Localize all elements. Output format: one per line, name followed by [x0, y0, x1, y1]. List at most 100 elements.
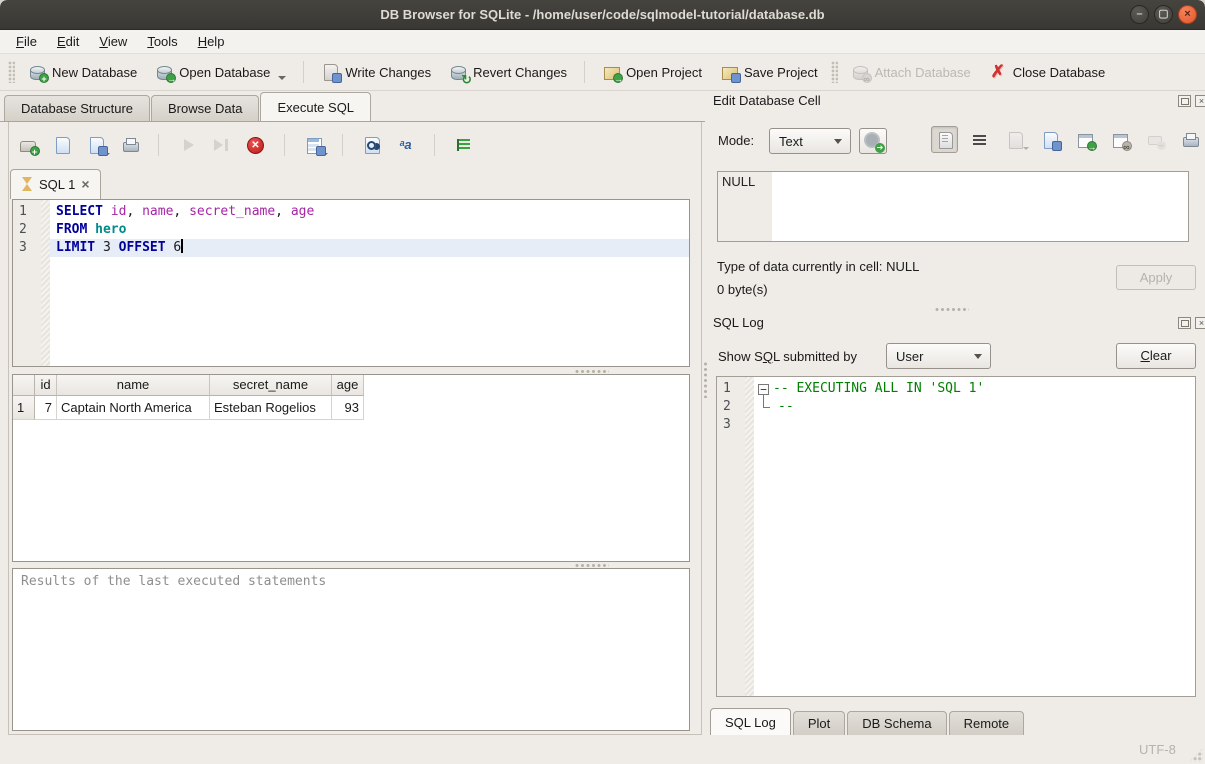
encoding-indicator[interactable]: UTF-8 — [1139, 742, 1176, 757]
sql-text — [111, 240, 119, 255]
clear-log-button[interactable]: Clear — [1116, 343, 1196, 369]
plus-badge-icon: + — [39, 73, 49, 83]
fold-collapse-icon[interactable]: − — [758, 384, 769, 395]
header-id[interactable]: id — [35, 375, 57, 396]
write-changes-button[interactable]: Write Changes — [312, 59, 440, 85]
dock-close-icon[interactable]: × — [1195, 317, 1205, 329]
sql-tabbar: SQL 1 × — [10, 169, 101, 199]
hourglass-icon — [21, 175, 33, 193]
resize-grip-icon[interactable] — [1189, 748, 1203, 762]
save-sql-file-button[interactable] — [82, 132, 109, 159]
dock-splitter[interactable] — [703, 362, 708, 398]
mode-combobox[interactable]: Text — [769, 128, 851, 154]
toolbar-separator — [284, 134, 285, 156]
open-database-button[interactable]: → Open Database — [146, 59, 295, 85]
sql-log-view[interactable]: 1 2 3 −-- EXECUTING ALL IN 'SQL 1' -- — [716, 376, 1196, 697]
table-row[interactable]: 1 7 Captain North America Esteban Rogeli… — [13, 396, 689, 420]
header-name[interactable]: name — [57, 375, 210, 396]
tab-db-schema[interactable]: DB Schema — [847, 711, 946, 735]
dock-sections-splitter[interactable] — [935, 307, 969, 312]
play-icon — [181, 136, 195, 154]
cell-secret-name[interactable]: Esteban Rogelios — [210, 396, 332, 420]
editor-code-area[interactable]: SELECT id, name, secret_name, age FROM h… — [50, 200, 689, 366]
menu-view[interactable]: View — [89, 31, 137, 52]
find-replace-button[interactable]: ᵃa — [392, 132, 419, 159]
cell-editor-text-area[interactable] — [772, 172, 1188, 241]
log-code-area[interactable]: −-- EXECUTING ALL IN 'SQL 1' -- — [754, 377, 1195, 696]
header-secret-name[interactable]: secret_name — [210, 375, 332, 396]
results-message-area[interactable]: Results of the last executed statements — [12, 568, 690, 731]
open-url-button[interactable]: ∞ — [1106, 126, 1133, 153]
save-file-icon — [87, 136, 105, 154]
maximize-button[interactable]: ▢ — [1154, 5, 1173, 24]
open-project-button[interactable]: → Open Project — [593, 59, 711, 85]
cell-id[interactable]: 7 — [35, 396, 57, 420]
open-database-dropdown-icon[interactable] — [278, 76, 286, 80]
menu-edit[interactable]: Edit — [47, 31, 89, 52]
table-icon — [305, 136, 323, 154]
text-mode-button[interactable] — [931, 126, 958, 153]
main-tabbar: Database Structure Browse Data Execute S… — [0, 93, 705, 122]
tab-execute-sql[interactable]: Execute SQL — [260, 92, 371, 121]
log-fold-margin — [745, 377, 754, 696]
header-age[interactable]: age — [332, 375, 364, 396]
tab-plot[interactable]: Plot — [793, 711, 845, 735]
stop-execution-button[interactable]: ✕ — [242, 132, 269, 159]
dock-float-icon[interactable] — [1178, 95, 1191, 107]
tab-sql-log[interactable]: SQL Log — [710, 708, 791, 735]
row-number-cell[interactable]: 1 — [13, 396, 35, 420]
editor-line-numbers: 1 2 3 — [13, 200, 41, 366]
close-database-button[interactable]: ✗ Close Database — [980, 59, 1115, 85]
export-cell-button[interactable]: → — [1071, 126, 1098, 153]
print-cell-button[interactable] — [1176, 126, 1203, 153]
revert-changes-button[interactable]: ↻ Revert Changes — [440, 59, 576, 85]
word-wrap-button[interactable] — [966, 126, 993, 153]
tab-database-structure[interactable]: Database Structure — [4, 95, 150, 121]
cell-age[interactable]: 93 — [332, 396, 364, 420]
close-button[interactable]: × — [1178, 5, 1197, 24]
save-project-button[interactable]: Save Project — [711, 59, 827, 85]
save-results-button[interactable] — [300, 132, 327, 159]
tab-browse-data[interactable]: Browse Data — [151, 95, 259, 121]
sql1-tab[interactable]: SQL 1 × — [10, 169, 101, 199]
line-number: 3 — [723, 416, 745, 434]
sql-editor[interactable]: 1 2 3 SELECT id, name, secret_name, age … — [12, 199, 690, 367]
minimize-button[interactable]: – — [1130, 5, 1149, 24]
dock-close-icon[interactable]: × — [1195, 95, 1205, 107]
results-message-text: Results of the last executed statements — [21, 574, 326, 589]
dock-float-icon[interactable] — [1178, 317, 1191, 329]
toolbar-grip[interactable] — [8, 61, 15, 83]
text-document-icon — [936, 131, 954, 149]
print-sql-button[interactable] — [116, 132, 143, 159]
new-sql-tab-button[interactable]: + — [14, 132, 41, 159]
open-sql-file-button[interactable] — [48, 132, 75, 159]
new-database-button[interactable]: + New Database — [19, 59, 146, 85]
main-toolbar: + New Database → Open Database Write Cha… — [0, 54, 1205, 91]
format-sql-button[interactable] — [450, 132, 477, 159]
cell-name[interactable]: Captain North America — [57, 396, 210, 420]
log-source-combobox[interactable]: User — [886, 343, 991, 369]
auto-mode-button[interactable] — [859, 128, 887, 154]
import-cell-button[interactable] — [1036, 126, 1063, 153]
cell-editor[interactable]: NULL — [717, 171, 1189, 242]
sql-identifier: age — [291, 204, 314, 219]
titlebar[interactable]: DB Browser for SQLite - /home/user/code/… — [0, 0, 1205, 30]
cell-value-text: NULL — [722, 174, 755, 189]
results-grid[interactable]: id name secret_name age 1 7 Captain Nort… — [12, 374, 690, 562]
menu-help[interactable]: Help — [188, 31, 235, 52]
header-corner[interactable] — [13, 375, 35, 396]
floppy-badge-icon — [332, 73, 342, 83]
toolbar-separator — [303, 61, 304, 83]
set-null-button — [1141, 126, 1168, 153]
menu-tools[interactable]: Tools — [137, 31, 187, 52]
sql-identifier: secret_name — [189, 204, 275, 219]
tab-remote[interactable]: Remote — [949, 711, 1025, 735]
format-icon — [455, 136, 473, 154]
find-button[interactable] — [358, 132, 385, 159]
menu-file[interactable]: File — [6, 31, 47, 52]
floppy-badge-icon — [1052, 141, 1062, 151]
label-part: Show S — [718, 349, 763, 364]
sql1-tab-close-icon[interactable]: × — [81, 178, 89, 190]
toolbar-grip[interactable] — [831, 61, 838, 83]
code-line-2: FROM hero — [50, 221, 689, 239]
